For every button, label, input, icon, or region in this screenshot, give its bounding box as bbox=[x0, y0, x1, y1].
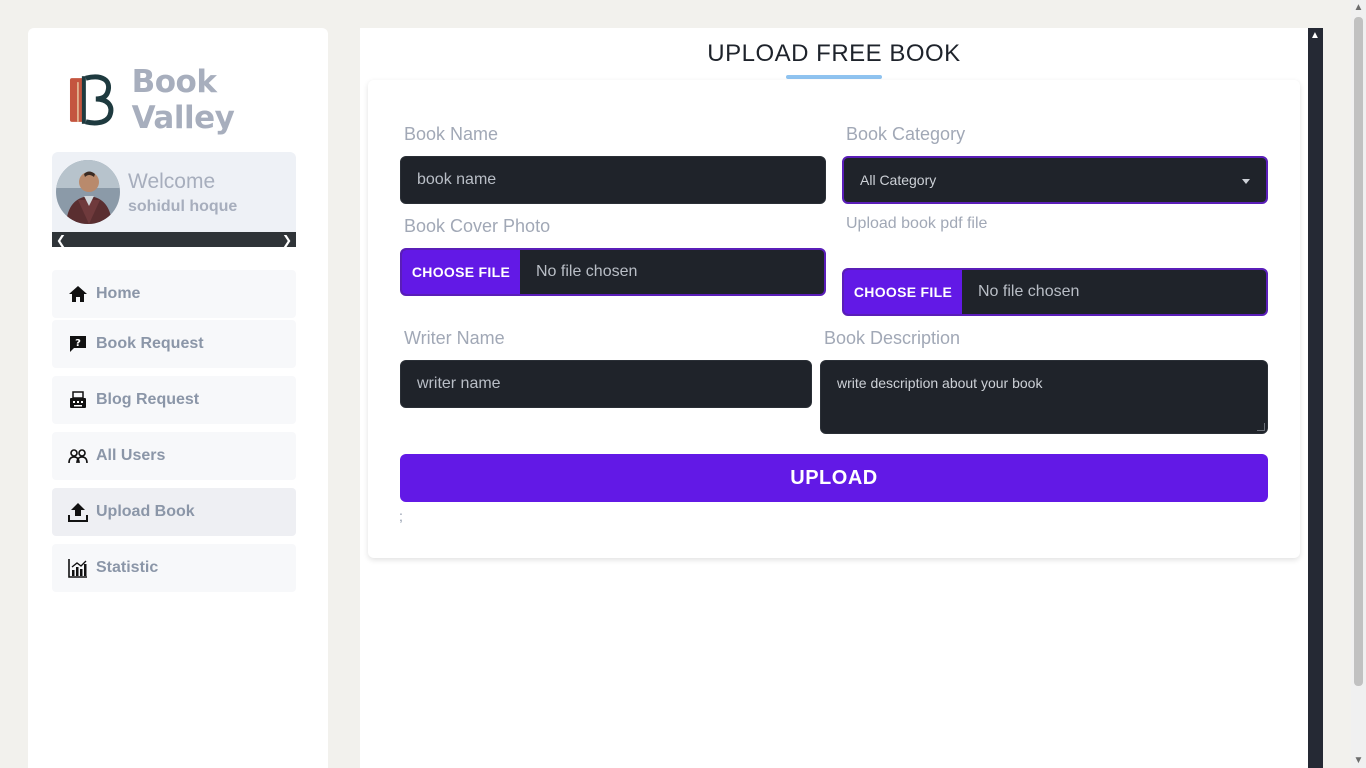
upload-button[interactable]: UPLOAD bbox=[400, 454, 1268, 502]
book-name-placeholder: book name bbox=[417, 171, 497, 188]
right-dark-strip bbox=[1308, 28, 1323, 768]
scrollbar-thumb[interactable] bbox=[1354, 17, 1363, 686]
title-underline bbox=[786, 75, 882, 79]
upload-form-card: Book Name book name Book Category All Ca… bbox=[368, 80, 1300, 558]
description-textarea[interactable]: write description about your book bbox=[820, 360, 1268, 434]
book-category-label: Book Category bbox=[846, 124, 966, 144]
question-chat-icon: ? bbox=[68, 334, 88, 354]
page-vertical-scrollbar[interactable]: ▲ ▼ bbox=[1351, 0, 1366, 768]
username: sohidul hoque bbox=[128, 198, 238, 215]
sidebar-item-blog-request[interactable]: Blog Request bbox=[52, 376, 296, 424]
sidebar-item-upload-book[interactable]: Upload Book bbox=[52, 488, 296, 536]
scroll-up-icon[interactable]: ▲ bbox=[1351, 0, 1366, 15]
page-title: UPLOAD FREE BOOK bbox=[707, 40, 961, 67]
upload-icon bbox=[68, 502, 88, 522]
sidebar-item-home[interactable]: Home bbox=[52, 270, 296, 318]
sidebar-item-label: Home bbox=[96, 285, 141, 302]
avatar-photo-icon bbox=[56, 160, 120, 224]
writer-name-input[interactable]: writer name bbox=[400, 360, 812, 408]
resize-handle-icon[interactable] bbox=[1257, 423, 1265, 431]
pdf-file-status: No file chosen bbox=[978, 283, 1080, 300]
chevron-up-icon[interactable]: ▲ bbox=[1310, 30, 1320, 41]
profile-horizontal-scrollbar[interactable]: ❮ ❯ bbox=[52, 232, 296, 247]
sidebar-item-all-users[interactable]: All Users bbox=[52, 432, 296, 480]
book-name-input[interactable]: book name bbox=[400, 156, 826, 204]
home-icon bbox=[68, 284, 88, 304]
book-name-label: Book Name bbox=[404, 124, 499, 144]
avatar[interactable] bbox=[56, 160, 120, 224]
sidebar-item-book-request[interactable]: ? Book Request bbox=[52, 320, 296, 368]
description-placeholder: write description about your book bbox=[837, 375, 1043, 391]
pdf-file-label: Upload book pdf file bbox=[846, 215, 988, 232]
sidebar-item-label: Upload Book bbox=[96, 503, 195, 520]
welcome-text: Welcome bbox=[128, 170, 216, 193]
pdf-file-input[interactable]: CHOOSE FILE No file chosen bbox=[842, 268, 1268, 316]
description-label: Book Description bbox=[824, 328, 961, 348]
book-category-value: All Category bbox=[860, 172, 937, 188]
caret-down-icon bbox=[1242, 179, 1250, 184]
writer-name-placeholder: writer name bbox=[417, 375, 501, 392]
brand[interactable]: Book Valley bbox=[68, 64, 328, 136]
main-panel: UPLOAD FREE BOOK Book Name book name Boo… bbox=[360, 28, 1308, 768]
book-valley-logo-icon bbox=[69, 74, 114, 126]
cover-photo-file-status: No file chosen bbox=[536, 263, 638, 280]
writer-name-label: Writer Name bbox=[404, 328, 505, 348]
pdf-choose-file-button[interactable]: CHOOSE FILE bbox=[844, 270, 962, 314]
users-icon bbox=[68, 446, 88, 466]
sidebar-item-label: Statistic bbox=[96, 559, 159, 576]
cover-photo-file-input[interactable]: CHOOSE FILE No file chosen bbox=[400, 248, 826, 296]
sidebar-item-statistic[interactable]: Statistic bbox=[52, 544, 296, 592]
svg-text:?: ? bbox=[75, 338, 81, 349]
brand-name: Book Valley bbox=[131, 64, 235, 136]
sidebar-item-label: All Users bbox=[96, 447, 166, 464]
scroll-left-icon[interactable]: ❮ bbox=[56, 233, 66, 247]
trailing-text: ; bbox=[399, 508, 403, 524]
cover-photo-label: Book Cover Photo bbox=[404, 216, 551, 236]
sidebar: Book Valley Welcome sohidul hoque ❮ ❯ Ho… bbox=[28, 28, 328, 768]
typewriter-icon bbox=[68, 390, 88, 410]
chart-icon bbox=[68, 558, 88, 578]
scroll-down-icon[interactable]: ▼ bbox=[1351, 753, 1366, 768]
book-category-select[interactable]: All Category bbox=[842, 156, 1268, 204]
cover-photo-choose-file-button[interactable]: CHOOSE FILE bbox=[402, 250, 520, 294]
sidebar-item-label: Book Request bbox=[96, 335, 204, 352]
scroll-right-icon[interactable]: ❯ bbox=[282, 233, 292, 247]
sidebar-item-label: Blog Request bbox=[96, 391, 200, 408]
